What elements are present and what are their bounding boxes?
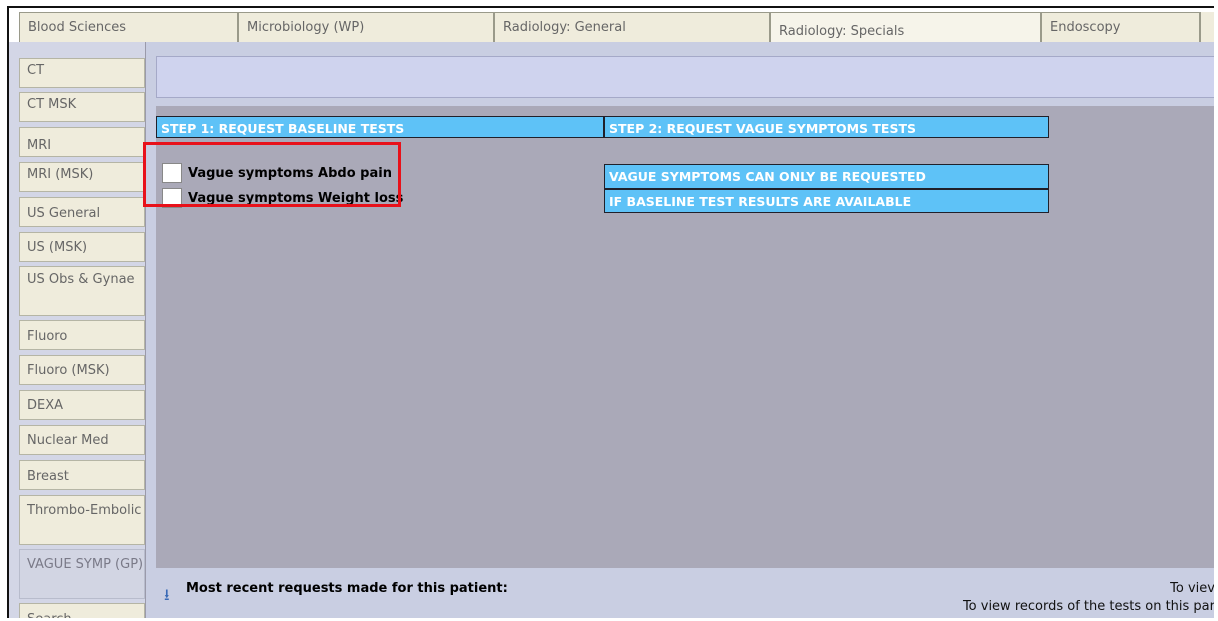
weight-loss-checkbox[interactable] <box>162 188 182 208</box>
sidebar-item-fluoro[interactable]: Fluoro <box>19 320 145 350</box>
sidebar-item-us-msk[interactable]: US (MSK) <box>19 232 145 262</box>
sidebar-item-ct-msk[interactable]: CT MSK <box>19 92 145 122</box>
step2-header: STEP 2: REQUEST VAGUE SYMPTOMS TESTS <box>604 116 1049 138</box>
sidebar-item-vague-symp[interactable]: VAGUE SYMP (GP) <box>19 549 145 599</box>
main-panel: STEP 1: REQUEST BASELINE TESTS STEP 2: R… <box>145 42 1214 618</box>
recent-requests-bar: ⭳ Most recent requests made for this pat… <box>156 568 1214 618</box>
sidebar-item-thrombo-embolic[interactable]: Thrombo-Embolic <box>19 495 145 545</box>
sidebar-item-dexa[interactable]: DEXA <box>19 390 145 420</box>
recent-requests-label: Most recent requests made for this patie… <box>186 581 508 596</box>
tab-blood-sciences[interactable]: Blood Sciences <box>19 12 238 42</box>
abdo-pain-checkbox[interactable] <box>162 163 182 183</box>
sidebar-item-us-general[interactable]: US General <box>19 197 145 227</box>
abdo-pain-label: Vague symptoms Abdo pain <box>188 166 392 181</box>
sidebar-item-mri[interactable]: MRI <box>19 127 145 157</box>
weight-loss-label: Vague symptoms Weight loss <box>188 191 404 206</box>
sidebar-item-fluoro-msk[interactable]: Fluoro (MSK) <box>19 355 145 385</box>
sidebar-item-mri-msk[interactable]: MRI (MSK) <box>19 162 145 192</box>
sidebar-item-nuclear-med[interactable]: Nuclear Med <box>19 425 145 455</box>
step1-header: STEP 1: REQUEST BASELINE TESTS <box>156 116 604 138</box>
down-arrow-icon[interactable]: ⭳ <box>164 584 170 611</box>
app-frame: Blood Sciences Microbiology (WP) Radiolo… <box>7 6 1214 618</box>
sidebar: CT CT MSK MRI MRI (MSK) US General US (M… <box>9 42 145 618</box>
view-records-text-2: To view records of the tests on this par <box>962 599 1214 614</box>
sidebar-item-breast[interactable]: Breast <box>19 460 145 490</box>
notice-line-1: VAGUE SYMPTOMS CAN ONLY BE REQUESTED <box>604 164 1049 189</box>
tab-radiology-specials[interactable]: Radiology: Specials <box>770 12 1041 42</box>
sidebar-item-search[interactable]: Search <box>19 603 145 618</box>
sidebar-item-ct[interactable]: CT <box>19 58 145 88</box>
view-records-text-1: To viev <box>1170 581 1214 596</box>
notice-line-2: IF BASELINE TEST RESULTS ARE AVAILABLE <box>604 189 1049 213</box>
sidebar-item-us-obs-gynae[interactable]: US Obs & Gynae <box>19 266 145 316</box>
tab-overflow <box>1200 12 1214 42</box>
request-panel: STEP 1: REQUEST BASELINE TESTS STEP 2: R… <box>156 106 1214 568</box>
tab-endoscopy[interactable]: Endoscopy <box>1041 12 1200 42</box>
top-bar <box>156 56 1214 98</box>
tab-microbiology[interactable]: Microbiology (WP) <box>238 12 494 42</box>
tab-bar: Blood Sciences Microbiology (WP) Radiolo… <box>9 8 1214 42</box>
tab-radiology-general[interactable]: Radiology: General <box>494 12 770 42</box>
